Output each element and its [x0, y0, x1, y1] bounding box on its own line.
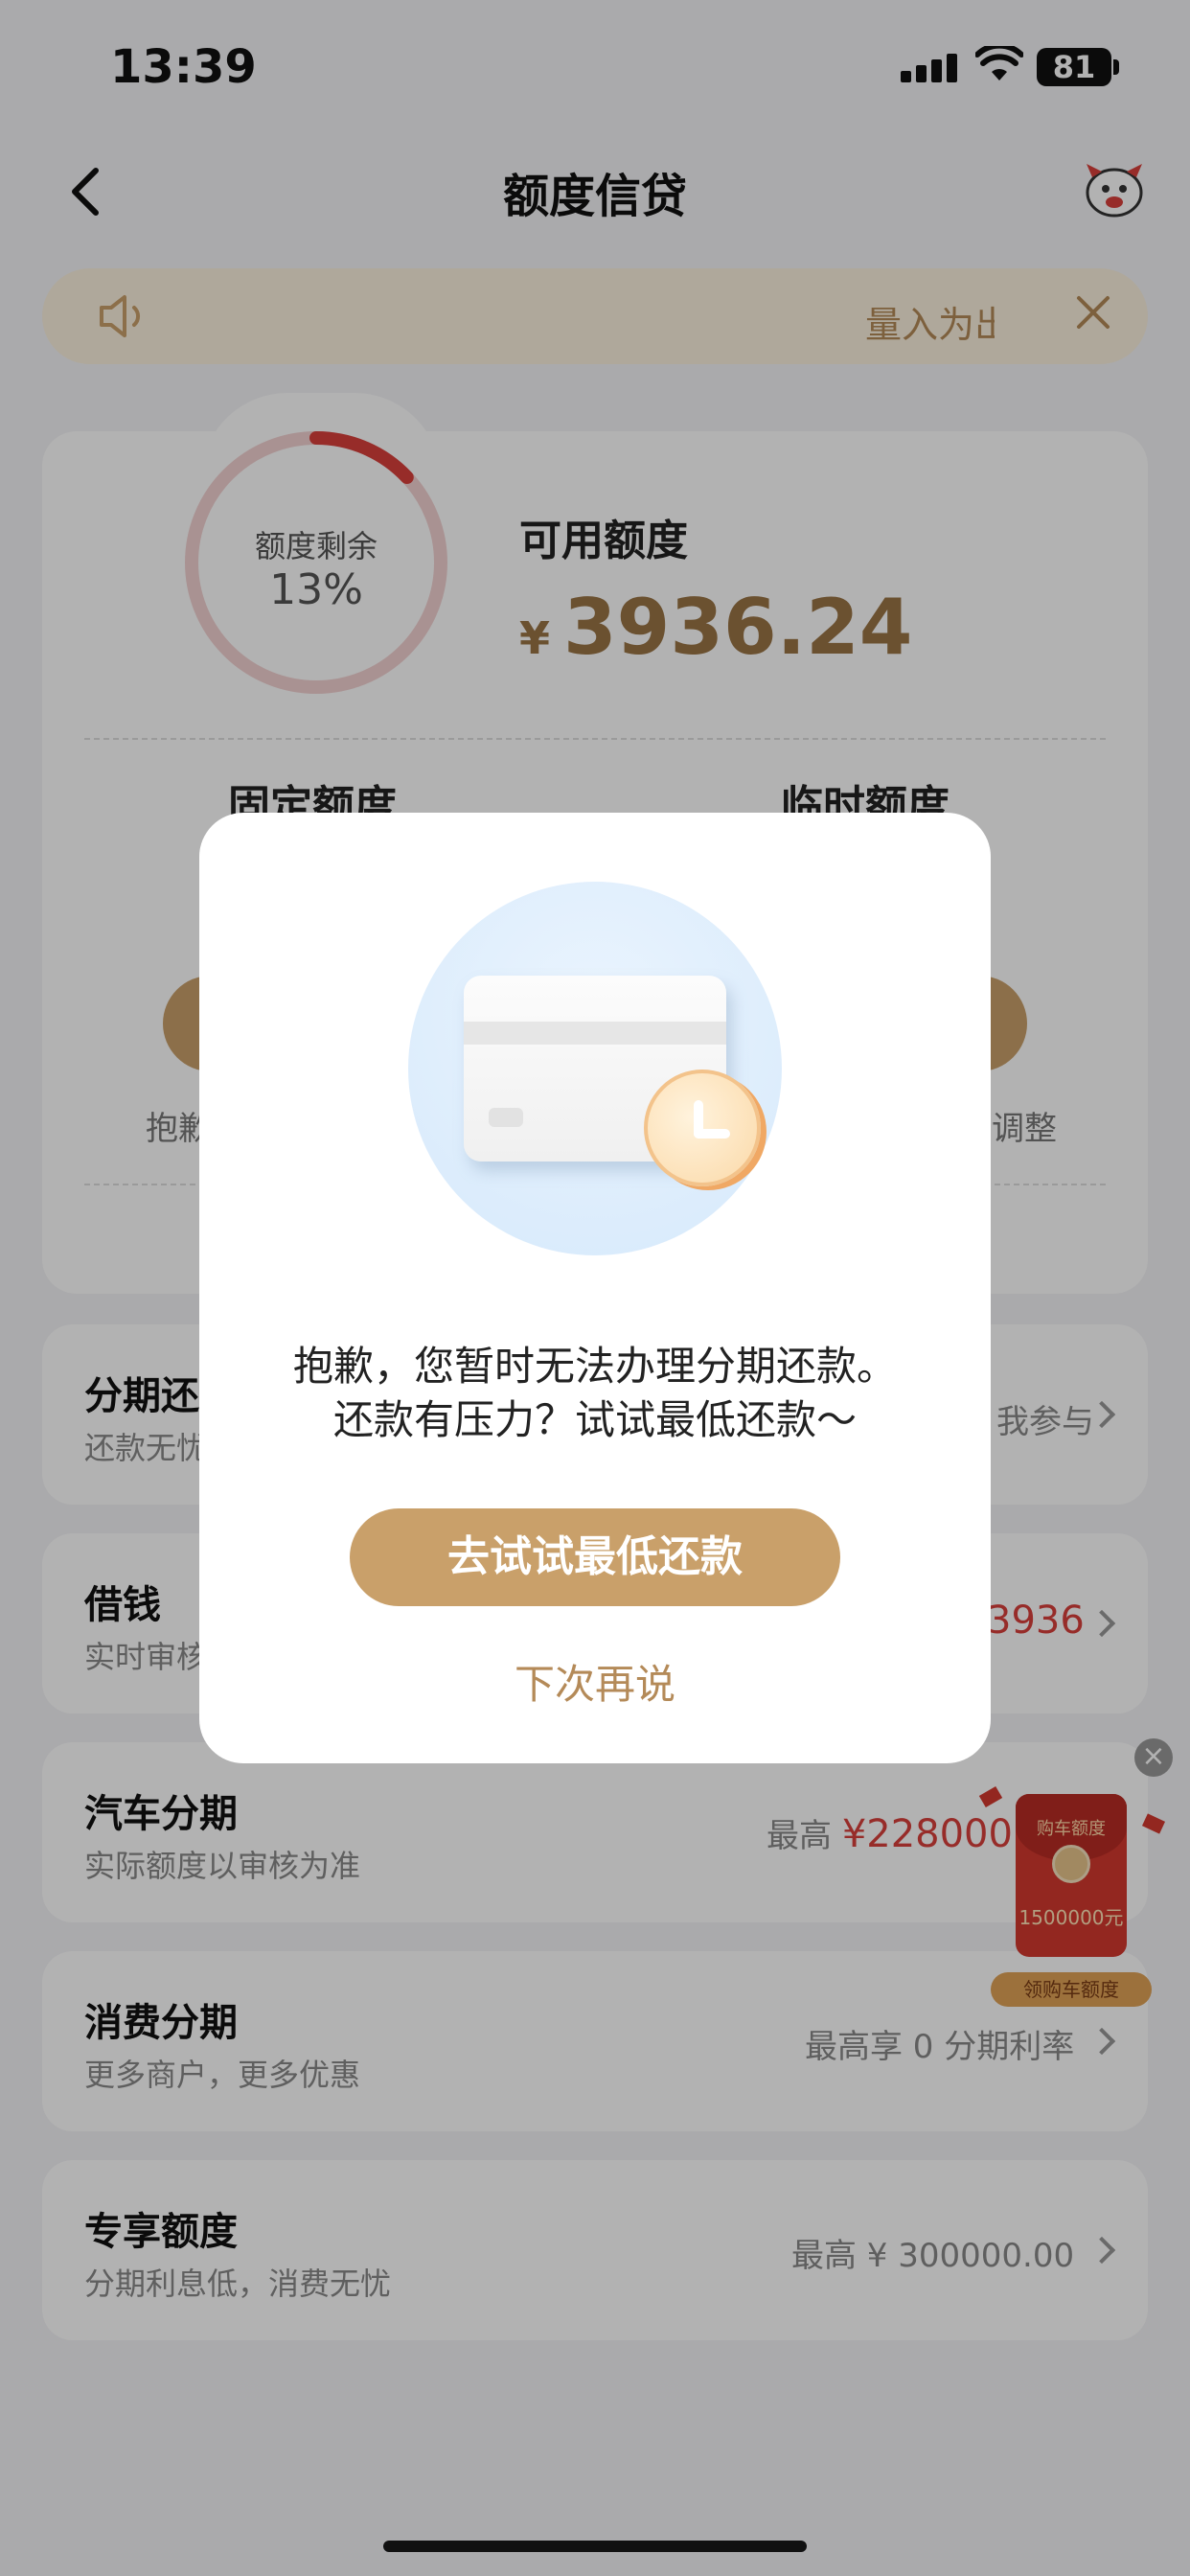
try-min-repayment-button[interactable]: 去试试最低还款	[350, 1508, 840, 1606]
clock-hand	[694, 1129, 730, 1138]
modal-message-line1: 抱歉，您暂时无法办理分期还款。	[292, 1343, 897, 1390]
card-stripe	[464, 1022, 726, 1045]
later-button[interactable]: 下次再说	[199, 1652, 991, 1711]
home-indicator	[383, 2541, 807, 2552]
card-chip	[489, 1108, 523, 1127]
modal-message-line2: 还款有压力？试试最低还款～	[332, 1396, 857, 1443]
